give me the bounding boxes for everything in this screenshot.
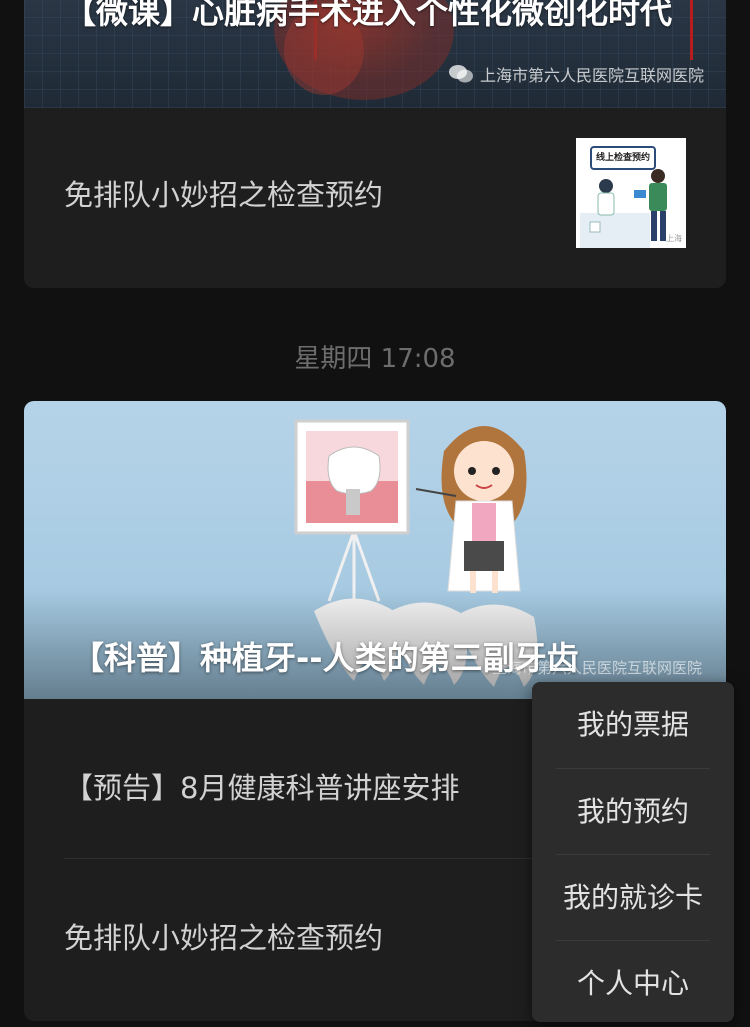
article-1-thumbnail[interactable]: 线上检查预约 上海: [576, 138, 686, 248]
menu-item-my-appointments[interactable]: 我的预约: [532, 769, 734, 855]
menu-item-my-receipts[interactable]: 我的票据: [532, 682, 734, 768]
message-timestamp: 星期四 17:08: [294, 344, 456, 374]
article-1-list-item[interactable]: 免排队小妙招之检查预约 线上检查预约 上海: [24, 138, 726, 248]
menu-item-personal-center[interactable]: 个人中心: [532, 941, 734, 1027]
article-1-cover[interactable]: 【微课】心脏病手术进入个性化微创化时代 上海市第六人民医院互联网医院: [24, 0, 726, 108]
thumbnail-watermark: 上海: [666, 234, 682, 243]
article-1-source-text: 上海市第六人民医院互联网医院: [479, 66, 704, 85]
article-2-list-item-2[interactable]: 免排队小妙招之检查预约: [64, 915, 383, 957]
article-1-item-text: 免排队小妙招之检查预约: [64, 178, 384, 212]
article-card-1[interactable]: 【微课】心脏病手术进入个性化微创化时代 上海市第六人民医院互联网医院 免排队小妙…: [24, 0, 726, 288]
thumbnail-banner: 线上检查预约: [590, 146, 656, 170]
popup-menu: 我的票据 我的预约 我的就诊卡 个人中心: [532, 682, 734, 1022]
article-1-source: 上海市第六人民医院互联网医院: [448, 62, 704, 86]
menu-item-my-medical-card[interactable]: 我的就诊卡: [532, 855, 734, 941]
article-2-title: 【科普】种植牙--人类的第三副牙齿: [72, 639, 579, 677]
article-2-cover[interactable]: 上海市第六人民医院互联网医院 【科普】种植牙--人类的第三副牙齿: [24, 401, 726, 699]
article-1-title: 【微课】心脏病手术进入个性化微创化时代: [64, 0, 673, 31]
article-2-list-item-1[interactable]: 【预告】8月健康科普讲座安排: [64, 765, 459, 807]
wechat-icon: [448, 64, 474, 84]
